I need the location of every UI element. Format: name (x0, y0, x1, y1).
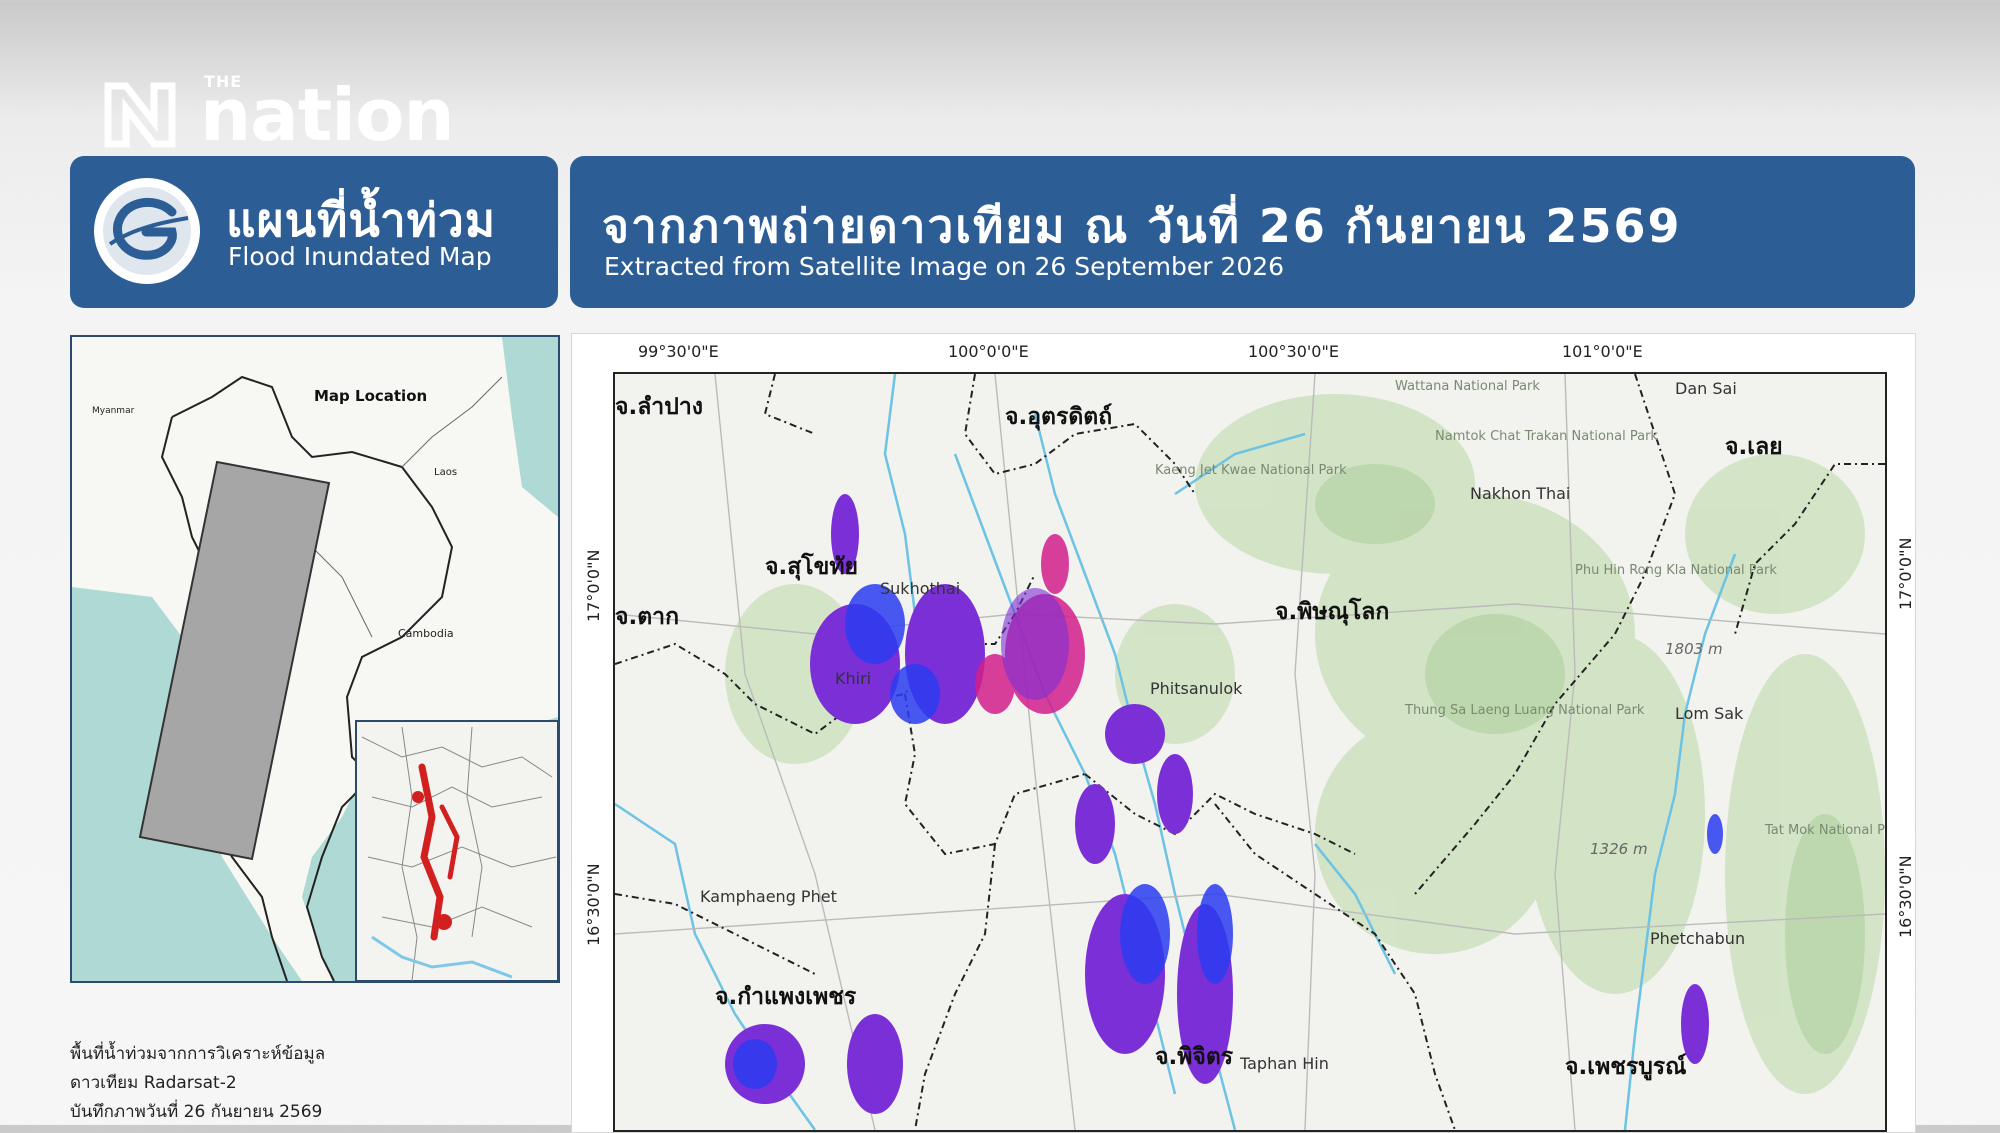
date-title-panel: จากภาพถ่ายดาวเทียม ณ วันที่ 26 กันยายน 2… (570, 156, 1915, 308)
elevation-1326: 1326 m (1590, 840, 1648, 858)
place-taphan-hin: Taphan Hin (1239, 1054, 1329, 1073)
place-khiri: Khiri (835, 669, 871, 688)
coord-top-1: 99°30'0"E (638, 342, 719, 361)
info-line-3: บันทึกภาพวันที่ 26 กันยายน 2569 (70, 1102, 323, 1122)
coord-left-1: 17°0'0"N (584, 549, 603, 622)
park-phu-hin-rong-kla: Phu Hin Rong Kla National Park (1575, 563, 1777, 578)
nation-logo[interactable]: THE nation (104, 68, 455, 152)
country-myanmar: Myanmar (92, 406, 135, 416)
province-sukhothai: จ.สุโขทัย (765, 552, 858, 581)
nation-n-icon (104, 82, 176, 148)
coord-right-2: 16°30'0"N (1896, 855, 1915, 938)
flood-map[interactable]: จ.ลำปาง จ.อุตรดิตถ์ จ.เลย จ.สุโขทัย จ.ตา… (613, 372, 1887, 1132)
coord-right-1: 17°0'0"N (1896, 537, 1915, 610)
map-title-panel: แผนที่น้ำท่วม Flood Inundated Map (70, 156, 558, 308)
place-nakhon-thai: Nakhon Thai (1470, 484, 1570, 503)
map-location-label: Map Location (314, 387, 427, 405)
province-kamphaeng-phet: จ.กำแพงเพชร (715, 984, 857, 1010)
province-phitsanulok: จ.พิษณุโลก (1275, 597, 1389, 626)
coord-left-2: 16°30'0"N (584, 863, 603, 946)
place-phitsanulok: Phitsanulok (1150, 679, 1243, 698)
coord-top-3: 100°30'0"E (1248, 342, 1339, 361)
logo-the: THE (204, 72, 243, 91)
info-line-2: ดาวเทียม Radarsat-2 (70, 1073, 237, 1093)
date-title-english: Extracted from Satellite Image on 26 Sep… (604, 252, 1285, 281)
province-loei: จ.เลย (1725, 434, 1783, 460)
flood-map-svg: จ.ลำปาง จ.อุตรดิตถ์ จ.เลย จ.สุโขทัย จ.ตา… (615, 374, 1885, 1130)
park-kaeng-jet-kwae: Kaeng Jet Kwae National Park (1155, 463, 1347, 478)
info-line-1: พื้นที่น้ำท่วมจากการวิเคราะห์ข้อมูล (70, 1044, 326, 1064)
province-phetchabun: จ.เพชรบูรณ์ (1565, 1053, 1687, 1081)
logo-wordmark: THE nation (200, 74, 455, 152)
inset-map (355, 720, 558, 981)
place-sukhothai: Sukhothai (880, 579, 960, 598)
location-map[interactable]: Map Location Myanmar Laos Cambodia (70, 335, 560, 983)
park-tat-mok: Tat Mok National Park (1764, 823, 1885, 838)
park-wattana: Wattana National Park (1395, 379, 1540, 394)
province-lampang: จ.ลำปาง (615, 394, 703, 420)
gistda-emblem-icon (94, 178, 200, 284)
place-kamphaeng-phet: Kamphaeng Phet (700, 887, 837, 906)
location-map-svg: Map Location Myanmar Laos Cambodia (72, 337, 558, 981)
data-source-note: พื้นที่น้ำท่วมจากการวิเคราะห์ข้อมูล ดาวเ… (70, 1040, 325, 1127)
country-cambodia: Cambodia (398, 627, 454, 640)
coord-top-2: 100°0'0"E (948, 342, 1029, 361)
country-laos: Laos (434, 467, 457, 478)
map-title-english: Flood Inundated Map (228, 242, 492, 271)
place-dan-sai: Dan Sai (1675, 379, 1737, 398)
place-phetchabun: Phetchabun (1650, 929, 1745, 948)
province-phichit: จ.พิจิตร (1155, 1044, 1234, 1070)
park-namtok-chat-trakan: Namtok Chat Trakan National Park (1435, 429, 1658, 444)
place-lom-sak: Lom Sak (1675, 704, 1744, 723)
province-uttaradit: จ.อุตรดิตถ์ (1005, 403, 1112, 431)
elevation-1803: 1803 m (1665, 640, 1723, 658)
province-tak: จ.ตาก (615, 604, 679, 630)
park-thung-sa-laeng-luang: Thung Sa Laeng Luang National Park (1404, 703, 1645, 718)
coord-top-4: 101°0'0"E (1562, 342, 1643, 361)
